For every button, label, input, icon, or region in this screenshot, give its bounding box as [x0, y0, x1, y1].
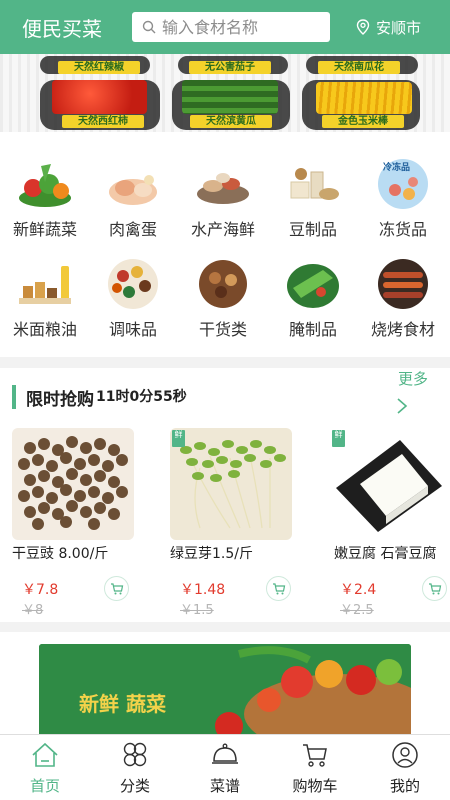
nav-label: 首页 [29, 777, 60, 795]
banner-label: 无公害茄子 [189, 61, 271, 74]
bottom-nav: 首页 分类 菜谱 购物车 我的 [0, 734, 450, 800]
nav-label: 分类 [119, 777, 150, 795]
flash-sale-header: 限时抢购 11时0分55秒 [12, 384, 187, 410]
banner-label: 天然红辣椒 [58, 61, 140, 74]
top-header: 便民买菜 安顺市 [0, 0, 450, 54]
cart-icon [272, 582, 285, 594]
chevron-right-icon[interactable] [396, 398, 408, 414]
category-label: 肉禽蛋 [108, 220, 157, 239]
deal-image [330, 428, 450, 540]
location-selector[interactable]: 安顺市 [356, 17, 421, 38]
search-icon [142, 20, 156, 34]
nav-label: 购物车 [292, 777, 338, 795]
category-label: 水产海鲜 [190, 220, 255, 239]
cart-icon [110, 582, 123, 594]
seasoning-icon [103, 258, 163, 310]
app-root: 便民买菜 安顺市 天然红辣椒 无公害茄子 天然南瓜花 [0, 0, 450, 800]
cart-icon [428, 582, 441, 594]
deal-price: ￥7.8 [22, 582, 59, 598]
app-title: 便民买菜 [22, 16, 102, 41]
category-label: 干货类 [198, 320, 247, 339]
add-to-cart-button[interactable] [104, 576, 129, 601]
deal-old-price: ￥2.5 [340, 603, 374, 618]
category-seafood[interactable]: 水产海鲜 [178, 158, 268, 240]
seafood-icon [193, 158, 253, 210]
category-dry-goods[interactable]: 干货类 [178, 258, 268, 340]
promo-text: 新鲜 蔬菜 [79, 692, 166, 716]
deal-image [12, 428, 134, 540]
promo-section: 新鲜 蔬菜 [0, 632, 450, 734]
category-label: 冻货品 [378, 220, 427, 239]
bbq-icon [373, 258, 433, 310]
category-label: 豆制品 [288, 220, 337, 239]
category-frozen[interactable]: 冷冻品 冻货品 [358, 158, 448, 240]
meat-poultry-icon [103, 158, 163, 210]
countdown-timer: 11时0分55秒 [96, 389, 187, 405]
add-to-cart-button[interactable] [422, 576, 447, 601]
category-seasoning[interactable]: 调味品 [88, 258, 178, 340]
location-pin-icon [356, 19, 370, 35]
banner-label: 金色玉米棒 [322, 115, 404, 128]
deal-price: ￥1.48 [180, 582, 226, 598]
deal-name: 嫩豆腐 石膏豆腐 [334, 546, 437, 562]
nav-label: 我的 [389, 777, 420, 795]
deal-image [170, 428, 292, 540]
add-to-cart-button[interactable] [266, 576, 291, 601]
promo-banner[interactable]: 新鲜 蔬菜 [39, 644, 411, 734]
category-meat[interactable]: 肉禽蛋 [88, 158, 178, 240]
recipe-icon [212, 743, 238, 764]
search-input[interactable] [162, 17, 322, 37]
category-soy[interactable]: 豆制品 [268, 158, 358, 240]
category-bbq[interactable]: 烧烤食材 [358, 258, 448, 340]
dry-goods-icon [193, 258, 253, 310]
more-link[interactable]: 更多 [398, 368, 428, 389]
category-label: 烧烤食材 [370, 320, 435, 339]
nav-label: 菜谱 [209, 777, 240, 795]
fresh-tag: 鲜 [172, 430, 185, 447]
fresh-tag: 鲜 [332, 430, 345, 447]
deal-old-price: ￥1.5 [180, 603, 214, 618]
tomato-image [52, 80, 147, 114]
nav-cart[interactable]: 购物车 [270, 735, 360, 800]
banner-label: 天然西红柿 [62, 115, 144, 128]
nav-home[interactable]: 首页 [0, 735, 90, 800]
search-box[interactable] [132, 12, 330, 42]
corn-image [316, 82, 412, 114]
section-accent-bar [12, 385, 16, 409]
cucumber-image [182, 80, 278, 114]
category-icon [123, 742, 147, 767]
category-grain-oil[interactable]: 米面粮油 [0, 258, 90, 340]
nav-category[interactable]: 分类 [90, 735, 180, 800]
category-label: 腌制品 [288, 320, 337, 339]
deal-price: ￥2.4 [340, 582, 377, 598]
home-icon [32, 742, 58, 767]
nav-profile[interactable]: 我的 [360, 735, 450, 800]
banner-label: 天然南瓜花 [318, 61, 400, 74]
profile-icon [392, 742, 418, 768]
frozen-goods-icon: 冷冻品 [373, 158, 433, 210]
category-label: 调味品 [108, 320, 157, 339]
category-vegetables[interactable]: 新鲜蔬菜 [0, 158, 90, 240]
deal-name: 绿豆芽1.5/斤 [170, 546, 253, 562]
deal-old-price: ￥8 [22, 603, 44, 618]
location-label: 安顺市 [376, 18, 422, 37]
category-pickled[interactable]: 腌制品 [268, 258, 358, 340]
frozen-badge: 冷冻品 [383, 163, 411, 173]
deal-name: 干豆豉 8.00/斤 [12, 546, 109, 562]
flash-sale-title: 限时抢购 [26, 389, 94, 410]
grain-oil-icon [15, 258, 75, 310]
vegetables-icon [15, 158, 75, 210]
flash-sale-section: 限时抢购 11时0分55秒 更多 干豆豉 8.00/斤 ￥7.8 ￥8 鲜 绿豆… [0, 368, 450, 622]
banner[interactable]: 天然红辣椒 无公害茄子 天然南瓜花 天然西红柿 天然滨黄瓜 金色玉米棒 [0, 54, 450, 132]
banner-label: 天然滨黄瓜 [190, 115, 272, 128]
nav-recipe[interactable]: 菜谱 [180, 735, 270, 800]
pickled-icon [283, 258, 343, 310]
category-label: 米面粮油 [12, 320, 77, 339]
cart-icon [303, 744, 327, 767]
category-grid: 新鲜蔬菜 肉禽蛋 水产海鲜 豆制品 冷冻品 冻货品 米面粮油 调味品 干货类 腌… [0, 132, 450, 357]
category-label: 新鲜蔬菜 [12, 220, 77, 239]
soy-products-icon [283, 158, 343, 210]
